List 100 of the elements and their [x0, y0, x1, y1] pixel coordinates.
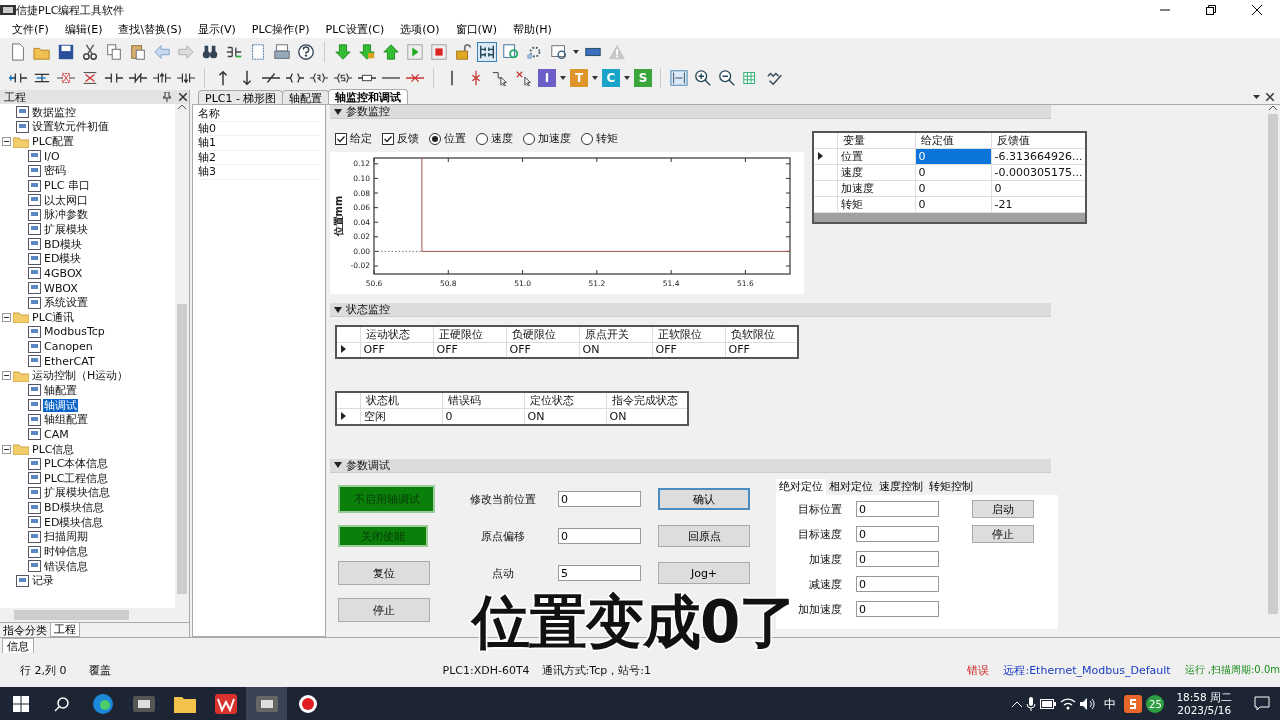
panel-tab[interactable]: 工程	[50, 623, 80, 637]
letter-button[interactable]: I	[538, 68, 556, 87]
column-header: 正硬限位	[433, 326, 506, 343]
tree-item[interactable]: 设置软元件初值	[31, 120, 110, 134]
tree-item[interactable]: 错误信息	[43, 559, 89, 573]
tab[interactable]: 转矩控制	[926, 478, 976, 495]
status-text: 通讯方式:Tcp，站号:1	[541, 662, 651, 678]
menu-item[interactable]: 显示(V)	[189, 21, 244, 37]
input-field[interactable]: 0	[856, 601, 939, 617]
input-field[interactable]: 0	[856, 501, 939, 517]
tree-item[interactable]: PLC配置	[31, 135, 76, 149]
menu-item[interactable]: 窗口(W)	[447, 21, 505, 37]
status-text: 运行 ,扫描周期:0.0m	[1184, 663, 1280, 677]
action-button[interactable]: 回原点	[658, 525, 750, 547]
field-label: 目标速度	[797, 526, 843, 542]
clock-date[interactable]: 2023/5/16	[1177, 704, 1232, 717]
input-method-indicator[interactable]: 中	[1100, 695, 1121, 713]
panel-tab[interactable]: 指令分类	[0, 623, 50, 637]
action-button[interactable]: 停止	[972, 525, 1034, 543]
tree-item[interactable]: 扩展模块	[43, 222, 89, 236]
tree-item[interactable]: Canopen	[43, 340, 94, 354]
tree-item[interactable]: PLC工程信息	[43, 471, 110, 485]
tree-item[interactable]: 运动控制（H运动）	[31, 369, 130, 383]
tree-item[interactable]: 扫描周期	[43, 530, 89, 544]
list-item[interactable]: 轴0	[198, 121, 320, 136]
input-field[interactable]: 5	[558, 565, 641, 581]
tab[interactable]: 速度控制	[876, 478, 926, 495]
section-header[interactable]: 参数调试	[330, 458, 1051, 473]
tree-item[interactable]: ED模块	[43, 252, 83, 266]
column-header: 名称	[198, 107, 320, 122]
list-item[interactable]: 轴2	[198, 150, 320, 165]
tree-item[interactable]: PLC本体信息	[43, 457, 110, 471]
field-label: 原点偏移	[481, 529, 525, 543]
tree-item[interactable]: 轴配置	[43, 384, 78, 397]
input-field[interactable]: 0	[558, 491, 641, 507]
tree-item[interactable]: 轴组配置	[43, 413, 89, 427]
document-tab[interactable]: 轴监控和调试	[328, 89, 409, 104]
menu-item[interactable]: PLC操作(P)	[243, 21, 318, 37]
menu-item[interactable]: 查找\替换(S)	[110, 21, 190, 37]
column-header: 状态机	[360, 391, 442, 408]
table-cell: 速度	[837, 164, 915, 181]
column-header: 反馈值	[991, 132, 1087, 149]
field-label: 点动	[492, 566, 514, 580]
tree-item[interactable]: 记录	[31, 574, 55, 588]
tree-item[interactable]: PLC 串口	[43, 179, 91, 192]
menu-item[interactable]: 编辑(E)	[56, 21, 111, 37]
action-button[interactable]: 启动	[972, 500, 1034, 518]
document-tab[interactable]: PLC1 - 梯形图	[198, 90, 284, 104]
radio-label: 加速度	[538, 131, 571, 146]
tree-item[interactable]: PLC信息	[31, 442, 76, 456]
tree-item[interactable]: 系统设置	[43, 296, 89, 310]
list-item[interactable]: 轴1	[198, 136, 320, 151]
video-caption: 位置变成0了	[472, 588, 797, 656]
tab[interactable]: 绝对定位	[776, 478, 826, 495]
action-button[interactable]: 确认	[658, 488, 750, 510]
mode-button[interactable]: 停止	[338, 598, 430, 622]
clock-time[interactable]: 18:58 周二	[1176, 691, 1232, 704]
document-tab[interactable]: 轴配置	[282, 90, 330, 104]
tree-item[interactable]: 密码	[43, 164, 67, 178]
mode-button[interactable]: 复位	[338, 561, 430, 585]
tree-item[interactable]: CAM	[43, 427, 70, 441]
tree-item[interactable]: BD模块	[43, 237, 84, 251]
panel-tab[interactable]: 信息	[2, 638, 34, 653]
menu-item[interactable]: 文件(F)	[4, 21, 57, 37]
input-field[interactable]: 0	[856, 551, 939, 567]
menu-item[interactable]: PLC设置(C)	[317, 21, 393, 37]
input-field[interactable]: 0	[558, 528, 641, 544]
input-field[interactable]: 0	[856, 526, 939, 542]
radio-label: 转矩	[596, 131, 618, 146]
tree-item[interactable]: 4GBOX	[43, 266, 84, 280]
section-header[interactable]: 参数监控	[330, 105, 1051, 119]
tree-item[interactable]: 扩展模块信息	[43, 486, 111, 500]
status-text: 行 2,列 0	[20, 662, 67, 678]
field-label: 目标位置	[797, 501, 843, 517]
tree-item[interactable]: EtherCAT	[43, 354, 96, 368]
tab[interactable]: 相对定位	[826, 478, 876, 495]
checkbox-label: 给定	[350, 131, 372, 146]
tree-item[interactable]: I/O	[43, 149, 61, 163]
tree-item[interactable]: 脉冲参数	[43, 208, 89, 222]
menu-item[interactable]: 帮助(H)	[504, 21, 560, 37]
column-header: 变量	[837, 132, 915, 149]
tree-item[interactable]: WBOX	[43, 281, 79, 295]
tree-item[interactable]: 轴调试	[43, 398, 78, 412]
tree-item[interactable]: 以太网口	[43, 193, 89, 207]
section-header[interactable]: 状态监控	[330, 303, 1051, 317]
status-text: 远程:Ethernet_Modbus_Default	[1003, 662, 1171, 678]
tree-item[interactable]: ED模块信息	[43, 515, 105, 529]
column-header: 原点开关	[579, 326, 652, 343]
action-button[interactable]: Jog+	[658, 562, 750, 584]
tree-item[interactable]: BD模块信息	[43, 501, 106, 515]
tree-item[interactable]: 数据监控	[31, 105, 77, 119]
column-header: 给定值	[915, 132, 991, 149]
tree-item[interactable]: PLC通讯	[31, 310, 76, 324]
status-text: 覆盖	[88, 662, 111, 678]
input-field[interactable]: 0	[856, 576, 939, 592]
tree-item[interactable]: 时钟信息	[43, 545, 89, 559]
column-header: 错误码	[442, 391, 524, 408]
menu-item[interactable]: 选项(O)	[392, 21, 448, 37]
list-item[interactable]: 轴3	[198, 165, 320, 180]
tree-item[interactable]: ModbusTcp	[43, 325, 106, 339]
